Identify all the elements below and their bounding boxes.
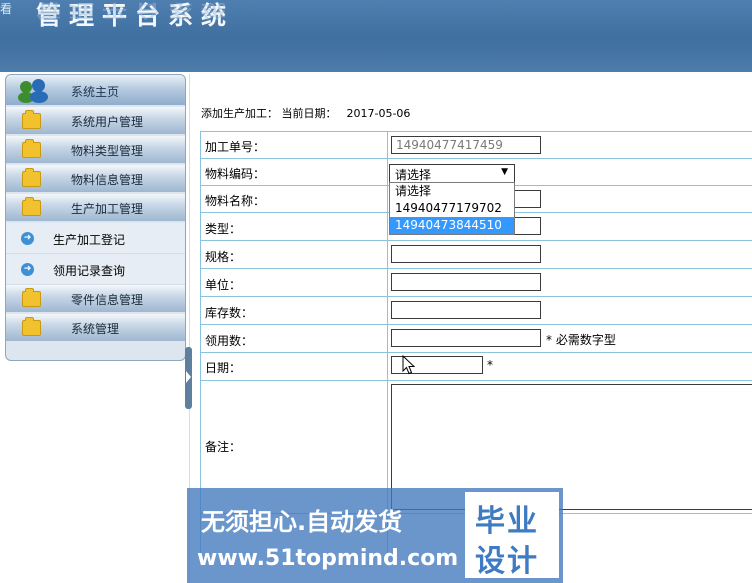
sidebar-item-system-users[interactable]: 系统用户管理 (6, 107, 185, 134)
select-option-highlighted[interactable]: 14940473844510 (390, 217, 514, 234)
arrow-right-icon: ➜ (21, 232, 34, 245)
arrow-right-icon: ➜ (21, 263, 34, 276)
caret-down-icon: ▼ (501, 167, 508, 177)
sidebar-subitem-label: 领用记录查询 (53, 264, 126, 278)
sidebar: 系统主页 系统用户管理 物料类型管理 物料信息管理 生产加工管理 ➜ 生产加工登… (5, 74, 186, 361)
material-code-select[interactable]: 请选择 ▼ (389, 164, 515, 183)
form-row-issue: 领用数： * 必需数字型 (201, 325, 752, 353)
issue-hint: * 必需数字型 (546, 333, 616, 347)
sidebar-item-parts[interactable]: 零件信息管理 (6, 285, 185, 312)
breadcrumb: 添加生产加工： 当前日期： 2017-05-06 (201, 105, 410, 121)
watermark-stamp-bottom: 设计 (475, 544, 539, 579)
watermark-banner: 无须担心.自动发货 www.51topmind.com 毕业 设计 (187, 488, 563, 583)
folder-icon (22, 110, 41, 129)
type-label: 类型： (205, 222, 242, 236)
unit-input[interactable] (391, 273, 541, 291)
material-code-label: 物料编码： (205, 167, 266, 181)
material-name-label: 物料名称： (205, 194, 266, 208)
folder-icon (22, 139, 41, 158)
folder-icon (22, 317, 41, 336)
issue-input[interactable] (391, 329, 541, 347)
date-label: 日期： (205, 361, 242, 375)
spec-input[interactable] (391, 245, 541, 263)
watermark-url: www.51topmind.com (197, 546, 459, 571)
select-option[interactable]: 请选择 (390, 183, 514, 200)
watermark-stamp: 毕业 设计 (465, 492, 559, 579)
users-icon (18, 79, 50, 103)
sidebar-item-system-admin[interactable]: 系统管理 (6, 314, 185, 341)
stock-input[interactable] (391, 301, 541, 319)
select-option[interactable]: 14940477179702 (390, 200, 514, 217)
order-no-input[interactable] (391, 136, 541, 154)
sidebar-item-label: 物料信息管理 (71, 173, 144, 187)
breadcrumb-text: 添加生产加工： 当前日期： (201, 107, 337, 120)
date-hint: * (487, 358, 493, 372)
sidebar-item-home[interactable]: 系统主页 (6, 75, 185, 105)
sidebar-subitem-production-register[interactable]: ➜ 生产加工登记 (6, 223, 185, 254)
spec-label: 规格： (205, 250, 242, 264)
app-title-reflection: 管理平台系统 (36, 0, 235, 21)
folder-icon (22, 197, 41, 216)
material-code-options: 请选择 14940477179702 14940473844510 (389, 182, 515, 235)
form-row-stock: 库存数： (201, 297, 752, 325)
mouse-cursor-icon (402, 355, 416, 375)
sidebar-item-label: 系统用户管理 (71, 115, 144, 129)
sidebar-item-label: 零件信息管理 (71, 293, 144, 307)
folder-icon (22, 288, 41, 307)
sidebar-subitem-issue-records[interactable]: ➜ 领用记录查询 (6, 254, 185, 285)
form-row-order-no: 加工单号： (201, 132, 752, 159)
unit-label: 单位： (205, 278, 242, 292)
sidebar-item-material-info[interactable]: 物料信息管理 (6, 165, 185, 192)
remark-label: 备注： (205, 440, 242, 454)
sidebar-subitem-label: 生产加工登记 (53, 233, 126, 247)
sidebar-item-label: 系统管理 (71, 322, 120, 336)
stock-label: 库存数： (205, 306, 254, 320)
form-row-date: 日期： * (201, 353, 752, 381)
material-code-selected: 请选择 (395, 168, 432, 182)
watermark-line1: 无须担心.自动发货 (201, 508, 403, 536)
app-header: 看 管理平台系统 管理平台系统 (0, 0, 752, 72)
sidebar-item-label: 生产加工管理 (71, 202, 144, 216)
folder-icon (22, 168, 41, 187)
sidebar-item-label: 物料类型管理 (71, 144, 144, 158)
order-no-label: 加工单号： (205, 140, 266, 154)
current-date: 2017-05-06 (346, 107, 411, 120)
header-cut-char: 看 (0, 2, 13, 16)
collapse-arrow-icon (186, 371, 191, 383)
form-row-unit: 单位： (201, 269, 752, 297)
issue-label: 领用数： (205, 334, 254, 348)
sidebar-item-material-types[interactable]: 物料类型管理 (6, 136, 185, 163)
sidebar-item-production[interactable]: 生产加工管理 (6, 194, 185, 221)
sidebar-item-label: 系统主页 (71, 85, 120, 99)
sidebar-collapse-handle[interactable] (185, 347, 192, 409)
form-row-spec: 规格： (201, 241, 752, 269)
watermark-stamp-top: 毕业 (475, 504, 539, 539)
